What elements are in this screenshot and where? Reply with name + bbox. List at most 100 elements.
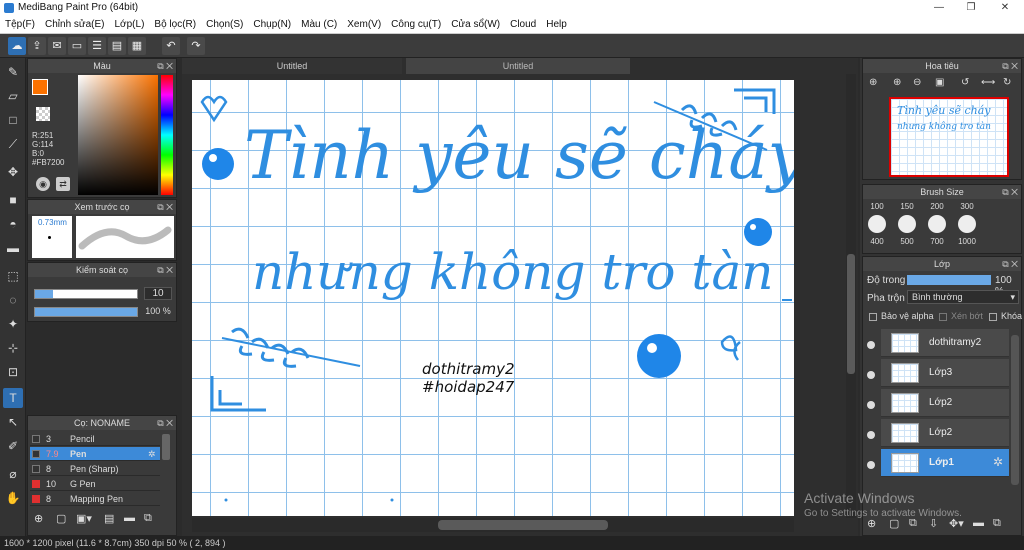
layer-folder-icon[interactable]: ▬: [973, 517, 984, 529]
menu-edit[interactable]: Chỉnh sửa(E): [40, 16, 110, 30]
eyedropper-icon[interactable]: ⌀: [3, 464, 23, 484]
canvas-vertical-scrollbar[interactable]: [846, 74, 856, 518]
layer-row-selected[interactable]: Lớp1 ✲: [881, 449, 1009, 477]
swap-color-icon[interactable]: ⇄: [56, 177, 70, 191]
rectangle-tool-icon[interactable]: □: [3, 110, 23, 130]
protect-alpha-checkbox[interactable]: [869, 313, 877, 321]
palette-icon[interactable]: ◉: [36, 177, 50, 191]
layer-row[interactable]: dothitramy2: [881, 329, 1009, 357]
zoom-out-icon[interactable]: ⊖: [913, 77, 921, 88]
brush-folder-icon[interactable]: ▬: [124, 512, 135, 524]
select-eraser-icon[interactable]: ⊡: [3, 362, 23, 382]
layer-copy-icon[interactable]: ⧉: [909, 517, 917, 530]
add-brush-icon[interactable]: ⊕: [34, 512, 43, 525]
menu-window[interactable]: Cửa sổ(W): [446, 16, 505, 30]
select-pen-icon[interactable]: ⊹: [3, 338, 23, 358]
redo-icon[interactable]: ↷: [187, 37, 205, 55]
brush-item-pen[interactable]: 7.9 Pen ✲: [30, 447, 160, 461]
zoom-in-icon[interactable]: ⊕: [893, 77, 901, 88]
layer-menu-icon[interactable]: ✥▾: [949, 517, 964, 530]
line-tool-icon[interactable]: ⟋: [3, 134, 23, 154]
size-preset-100[interactable]: [868, 215, 886, 233]
new-layer-icon[interactable]: ▢: [889, 517, 899, 530]
navigator-thumbnail[interactable]: Tình yêu sẽ cháy nhưng không tro tàn: [889, 97, 1009, 177]
flip-icon[interactable]: ⟷: [981, 77, 995, 88]
zoom-fit-icon[interactable]: ⊕: [869, 77, 877, 88]
layer-row[interactable]: Lớp2: [881, 419, 1009, 447]
layer-delete-icon[interactable]: ⧉: [993, 517, 1001, 530]
document-tab-1[interactable]: Untitled: [182, 58, 402, 74]
brush-item-pencil[interactable]: 3 Pencil: [30, 432, 160, 446]
menu-capture[interactable]: Chụp(N): [248, 16, 296, 30]
foreground-color-swatch[interactable]: [32, 79, 48, 95]
menu-layer[interactable]: Lớp(L): [110, 16, 150, 30]
panel-close-icon[interactable]: ⧉ ✕: [157, 263, 173, 277]
move-tool-icon[interactable]: ✥: [3, 162, 23, 182]
visibility-eye-icon[interactable]: [867, 371, 875, 379]
document-tab-2[interactable]: Untitled: [406, 58, 630, 74]
grid-icon[interactable]: ▦: [128, 37, 146, 55]
document-icon[interactable]: ☰: [88, 37, 106, 55]
size-preset-150[interactable]: [898, 215, 916, 233]
size-preset-200[interactable]: [928, 215, 946, 233]
gradient-tool-icon[interactable]: ▬: [3, 238, 23, 258]
panel-close-icon[interactable]: ⧉ ✕: [157, 200, 173, 214]
page-icon[interactable]: ▭: [68, 37, 86, 55]
transparent-swatch[interactable]: [36, 107, 50, 121]
close-button[interactable]: ✕: [990, 0, 1020, 16]
add-layer-icon[interactable]: ⊕: [867, 517, 876, 530]
brush-item-g-pen[interactable]: 10 G Pen: [30, 477, 160, 491]
brush-size-slider[interactable]: [34, 289, 138, 299]
lock-checkbox[interactable]: [989, 313, 997, 321]
lasso-tool-icon[interactable]: ◌: [3, 290, 23, 310]
cloud-icon[interactable]: ☁: [8, 37, 26, 55]
magic-wand-icon[interactable]: ✦: [3, 314, 23, 334]
fill-tool-icon[interactable]: ■: [3, 190, 23, 210]
brush-item-mapping-pen[interactable]: 8 Mapping Pen: [30, 492, 160, 506]
hue-slider[interactable]: [161, 75, 173, 195]
drawing-canvas[interactable]: Tình yêu sẽ cháy nhưng không tro tàn dot…: [192, 80, 794, 516]
clip-checkbox[interactable]: [939, 313, 947, 321]
brush-copy-icon[interactable]: ⧉: [144, 512, 152, 525]
visibility-eye-icon[interactable]: [867, 461, 875, 469]
layer-row[interactable]: Lớp3: [881, 359, 1009, 387]
blend-mode-select[interactable]: Bình thường ▾: [907, 290, 1019, 304]
brush-list-scrollbar[interactable]: [162, 434, 170, 460]
minimize-button[interactable]: —: [924, 0, 954, 16]
divide-tool-icon[interactable]: ✐: [3, 436, 23, 456]
menu-tools[interactable]: Công cụ(T): [386, 16, 446, 30]
layer-opacity-slider[interactable]: [907, 275, 991, 285]
panel-close-icon[interactable]: ⧉ ✕: [1002, 59, 1018, 73]
eraser-tool-icon[interactable]: ▱: [3, 86, 23, 106]
comment-icon[interactable]: ✉: [48, 37, 66, 55]
menu-help[interactable]: Help: [541, 16, 572, 30]
bucket-tool-icon[interactable]: ◓: [3, 214, 23, 234]
brush-size-value[interactable]: 10: [144, 287, 172, 300]
panel-close-icon[interactable]: ⧉ ✕: [157, 59, 173, 73]
new-brush-icon[interactable]: ▢: [56, 512, 66, 525]
layer-row[interactable]: Lớp2: [881, 389, 1009, 417]
text-tool-icon[interactable]: T: [3, 388, 23, 408]
brush-opacity-slider[interactable]: [34, 307, 138, 317]
rotate-right-icon[interactable]: ↻: [1003, 77, 1011, 88]
menu-color[interactable]: Màu (C): [296, 16, 342, 30]
panel-close-icon[interactable]: ⧉ ✕: [1002, 185, 1018, 199]
canvas-horizontal-scrollbar[interactable]: [192, 518, 794, 532]
actual-size-icon[interactable]: ▣: [935, 77, 944, 88]
menu-view[interactable]: Xem(V): [342, 16, 386, 30]
color-picker-square[interactable]: [78, 75, 158, 195]
list-icon[interactable]: ▤: [108, 37, 126, 55]
visibility-eye-icon[interactable]: [867, 401, 875, 409]
undo-icon[interactable]: ↶: [162, 37, 180, 55]
maximize-button[interactable]: ❐: [956, 0, 986, 16]
layer-list-scrollbar[interactable]: [1011, 335, 1019, 485]
layer-down-icon[interactable]: ⇩: [929, 517, 938, 530]
brush-item-pen-sharp[interactable]: 8 Pen (Sharp): [30, 462, 160, 476]
menu-cloud[interactable]: Cloud: [505, 16, 541, 30]
menu-select[interactable]: Chọn(S): [201, 16, 248, 30]
share-icon[interactable]: ⇪: [28, 37, 46, 55]
hand-tool-icon[interactable]: ✋: [3, 488, 23, 508]
size-preset-300[interactable]: [958, 215, 976, 233]
panel-close-icon[interactable]: ⧉ ✕: [1002, 257, 1018, 271]
operation-tool-icon[interactable]: ↖: [3, 412, 23, 432]
